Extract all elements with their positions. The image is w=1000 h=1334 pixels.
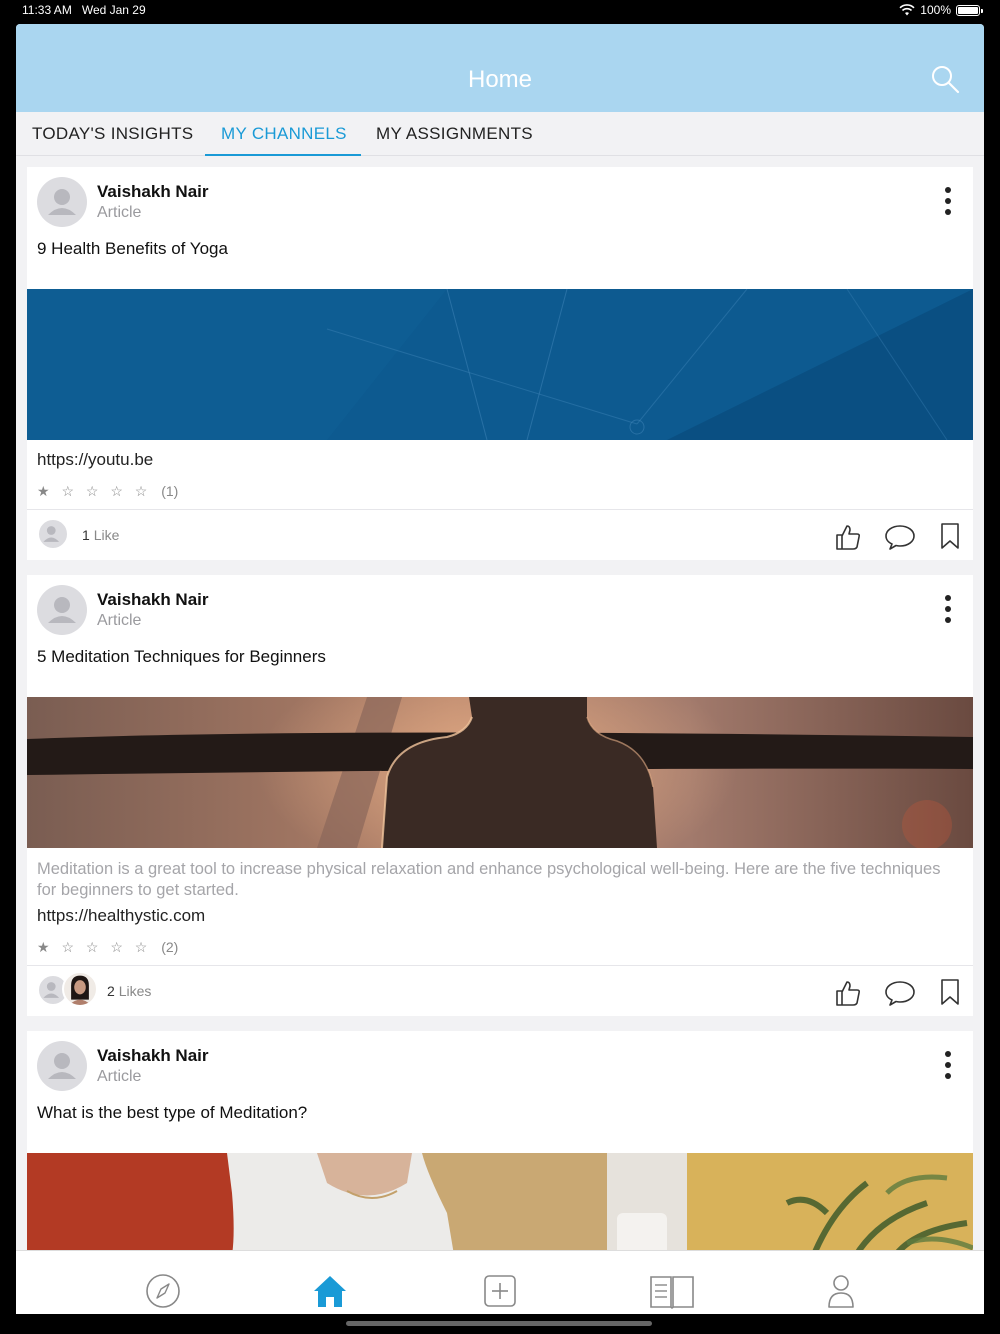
post-thumbnail[interactable] (27, 289, 973, 440)
author-avatar[interactable] (37, 585, 87, 635)
star-rating[interactable]: ★ ☆ ☆ ☆ ☆ (2) (37, 939, 178, 956)
page-title: Home (467, 66, 533, 93)
add-icon[interactable] (480, 1271, 520, 1311)
liker-avatar[interactable] (37, 518, 69, 550)
likes-count[interactable]: 2 Likes (107, 983, 151, 999)
post-title[interactable]: What is the best type of Meditation? (37, 1103, 307, 1123)
post-link[interactable]: https://healthystic.com (37, 906, 205, 926)
post-card[interactable]: Vaishakh Nair Article 9 Health Benefits … (27, 167, 973, 560)
likes-count[interactable]: 1 Like (82, 527, 119, 543)
more-options-icon[interactable] (941, 1051, 955, 1083)
profile-icon[interactable] (821, 1271, 861, 1311)
comment-icon[interactable] (884, 979, 916, 1007)
comment-icon[interactable] (884, 523, 916, 551)
battery-percent: 100% (920, 3, 951, 17)
active-tab-indicator (205, 154, 361, 156)
tab-bar: TODAY'S INSIGHTS MY CHANNELS MY ASSIGNME… (16, 112, 984, 156)
status-time: 11:33 AM Wed Jan 29 (22, 3, 146, 17)
post-card[interactable]: Vaishakh Nair Article 5 Meditation Techn… (27, 575, 973, 1016)
author-avatar[interactable] (37, 1041, 87, 1091)
battery-icon (956, 4, 983, 16)
content-type: Article (97, 204, 142, 221)
post-link[interactable]: https://youtu.be (37, 450, 153, 470)
status-bar: 11:33 AM Wed Jan 29 100% (0, 0, 1000, 22)
bookmark-icon[interactable] (936, 978, 964, 1006)
more-options-icon[interactable] (941, 187, 955, 219)
content-type: Article (97, 1068, 142, 1085)
rating-count: (1) (161, 483, 179, 499)
post-card[interactable]: Vaishakh Nair Article What is the best t… (27, 1031, 973, 1273)
content-type: Article (97, 612, 142, 629)
tab-my-channels[interactable]: MY CHANNELS (221, 124, 347, 144)
search-icon[interactable] (930, 64, 960, 94)
divider (27, 965, 973, 966)
compass-icon[interactable] (143, 1271, 183, 1311)
bottom-nav (16, 1250, 984, 1314)
author-name[interactable]: Vaishakh Nair (97, 590, 209, 610)
rating-count: (2) (161, 939, 179, 955)
divider (27, 509, 973, 510)
home-icon[interactable] (310, 1271, 350, 1311)
author-name[interactable]: Vaishakh Nair (97, 182, 209, 202)
book-icon[interactable] (648, 1271, 696, 1311)
tab-todays-insights[interactable]: TODAY'S INSIGHTS (32, 124, 193, 144)
liker-avatar[interactable] (62, 971, 98, 1007)
star-rating[interactable]: ★ ☆ ☆ ☆ ☆ (1) (37, 483, 178, 500)
post-title[interactable]: 9 Health Benefits of Yoga (37, 239, 228, 259)
app-window: Home TODAY'S INSIGHTS MY CHANNELS MY ASS… (16, 24, 984, 1314)
more-options-icon[interactable] (941, 595, 955, 627)
tab-my-assignments[interactable]: MY ASSIGNMENTS (376, 124, 533, 144)
post-description: Meditation is a great tool to increase p… (37, 860, 941, 899)
wifi-icon (899, 4, 915, 16)
author-avatar[interactable] (37, 177, 87, 227)
author-name[interactable]: Vaishakh Nair (97, 1046, 209, 1066)
bookmark-icon[interactable] (936, 522, 964, 550)
status-right: 100% (899, 3, 983, 17)
like-icon[interactable] (834, 523, 862, 551)
post-title[interactable]: 5 Meditation Techniques for Beginners (37, 647, 326, 667)
like-icon[interactable] (834, 979, 862, 1007)
post-thumbnail[interactable] (27, 697, 973, 848)
home-indicator[interactable] (346, 1321, 652, 1326)
nav-header: Home (16, 24, 984, 112)
